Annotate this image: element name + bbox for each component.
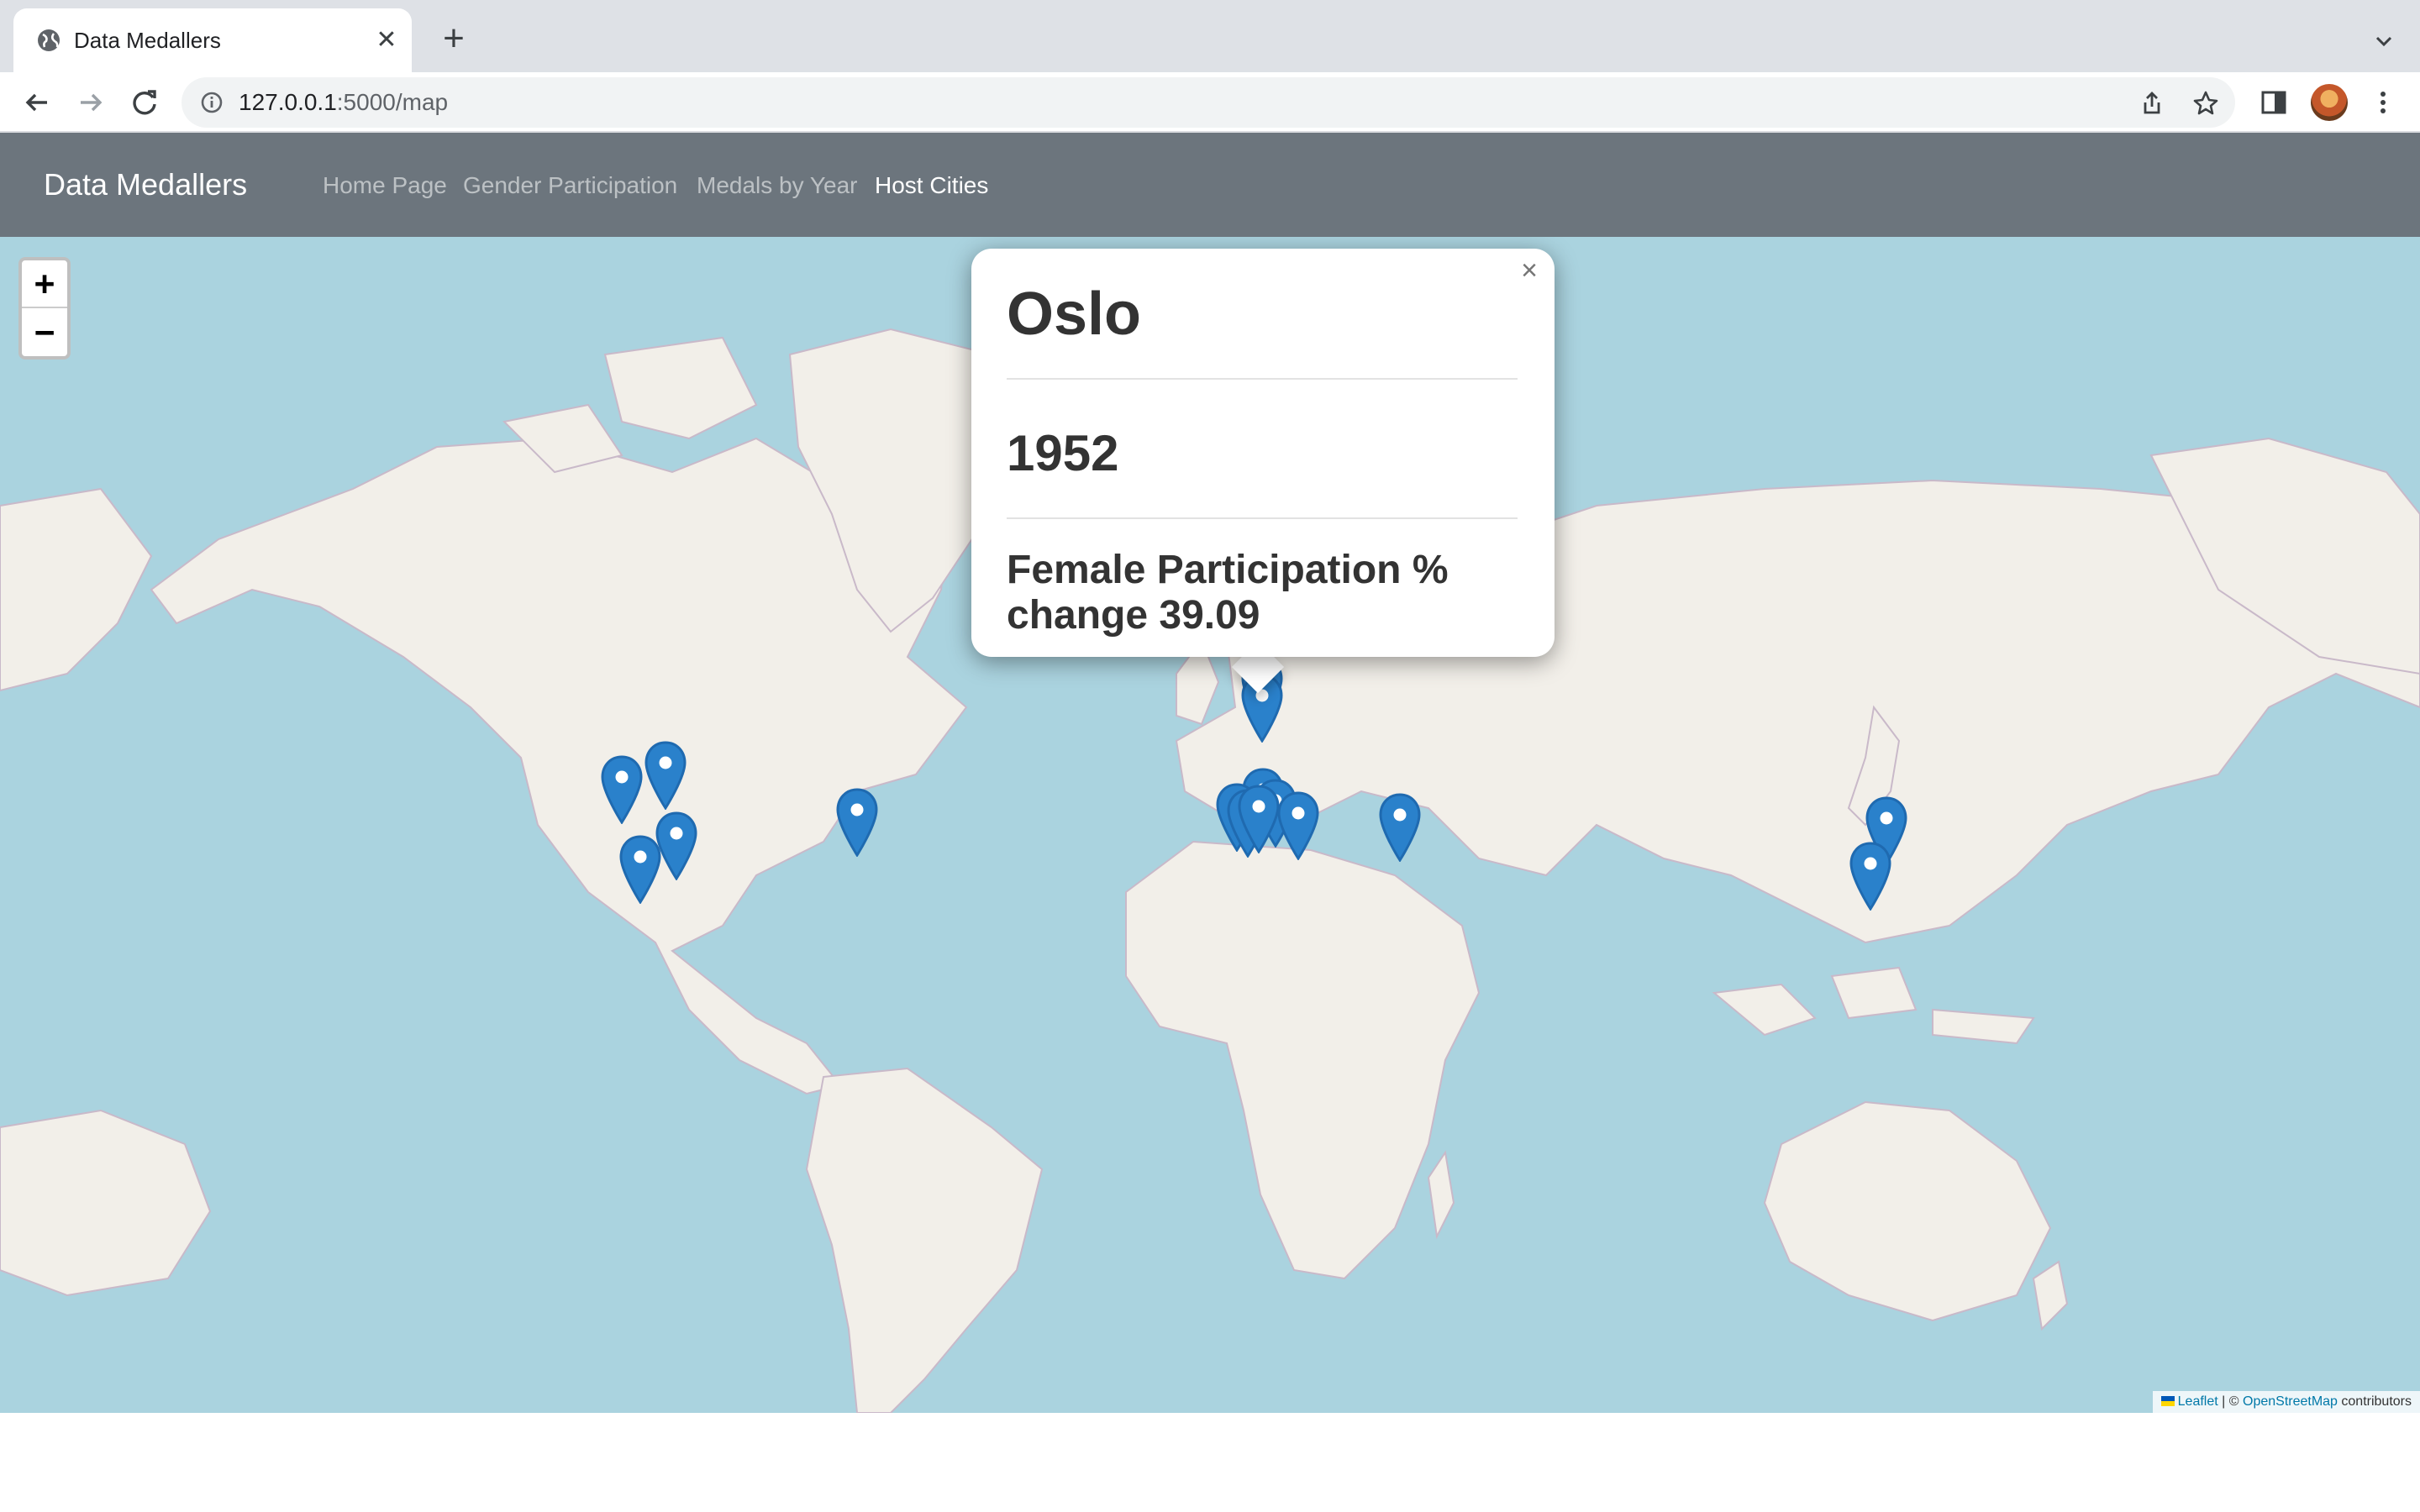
map-container[interactable]: + − × Oslo 1952 Female Participation % c… <box>0 237 2420 1413</box>
plus-icon[interactable]: + <box>439 20 469 57</box>
popup-female-participation: Female Participation % change 39.09 <box>1007 548 1449 638</box>
close-icon[interactable]: ✕ <box>373 27 400 54</box>
attribution-suffix: contributors <box>2341 1394 2412 1409</box>
nav-link-gender-participation[interactable]: Gender Participation <box>463 171 677 200</box>
app-navbar: Data Medallers Home Page Gender Particip… <box>0 133 2420 237</box>
reload-icon[interactable] <box>126 84 163 121</box>
landmass-new-zealand <box>2032 1260 2069 1331</box>
share-icon[interactable] <box>2138 89 2166 118</box>
landmass-southeast-asia-islands <box>1712 966 2035 1045</box>
map-marker-icon[interactable] <box>601 755 643 824</box>
zoom-in-button[interactable]: + <box>22 260 67 308</box>
attribution-separator: | © <box>2222 1394 2239 1409</box>
info-icon[interactable] <box>198 89 225 116</box>
nav-link-home[interactable]: Home Page <box>323 171 447 200</box>
chevron-down-icon[interactable] <box>2371 29 2396 54</box>
star-icon[interactable] <box>2191 89 2220 118</box>
leaflet-link[interactable]: Leaflet <box>2178 1394 2218 1409</box>
openstreetmap-link[interactable]: OpenStreetMap <box>2243 1394 2338 1409</box>
map-attribution: Leaflet | © OpenStreetMap contributors <box>2152 1391 2420 1413</box>
side-panel-icon[interactable] <box>2259 87 2289 118</box>
zoom-out-button[interactable]: − <box>22 309 67 357</box>
globe-icon <box>38 29 60 51</box>
map-marker-icon[interactable] <box>644 741 687 810</box>
popup-city-name: Oslo <box>1007 281 1142 348</box>
popup-divider <box>1007 517 1518 519</box>
url-text: 127.0.0.1:5000/map <box>239 89 449 115</box>
landmass-south-america <box>805 1067 1044 1413</box>
landmass-east-asia-wrap <box>0 487 153 692</box>
landmass-madagascar <box>1427 1150 1455 1240</box>
map-marker-icon[interactable] <box>1238 785 1280 853</box>
tab-title: Data Medallers <box>74 28 221 53</box>
browser-toolbar: 127.0.0.1:5000/map <box>0 72 2420 133</box>
map-marker-icon[interactable] <box>619 835 661 904</box>
zoom-control: + − <box>18 257 71 360</box>
popup-year: 1952 <box>1007 425 1119 481</box>
navbar-brand[interactable]: Data Medallers <box>44 168 247 202</box>
map-marker-icon[interactable] <box>1849 842 1891 911</box>
city-popup: × Oslo 1952 Female Participation % chang… <box>971 249 1555 657</box>
map-marker-icon[interactable] <box>1379 793 1421 862</box>
browser-tab[interactable]: Data Medallers ✕ <box>13 8 412 72</box>
nav-link-host-cities[interactable]: Host Cities <box>875 171 988 200</box>
ukraine-flag-icon <box>2160 1396 2175 1406</box>
kebab-menu-icon[interactable] <box>2368 87 2398 118</box>
landmass-africa <box>1125 840 1481 1280</box>
landmass-arctic-islands <box>502 336 758 474</box>
back-arrow-icon[interactable] <box>18 84 55 121</box>
landmass-australia <box>1763 1100 2052 1322</box>
address-bar[interactable]: 127.0.0.1:5000/map <box>182 77 2235 128</box>
map-marker-icon[interactable] <box>655 811 697 880</box>
nav-link-medals-by-year[interactable]: Medals by Year <box>697 171 857 200</box>
landmass-australia-wrap <box>0 1109 212 1297</box>
popup-close-button[interactable]: × <box>1514 255 1544 286</box>
avatar[interactable] <box>2311 84 2348 121</box>
forward-arrow-icon[interactable] <box>72 84 109 121</box>
popup-divider <box>1007 378 1518 380</box>
map-marker-icon[interactable] <box>836 788 878 857</box>
browser-tabstrip: Data Medallers ✕ + <box>0 0 2420 72</box>
map-marker-icon[interactable] <box>1277 791 1319 860</box>
